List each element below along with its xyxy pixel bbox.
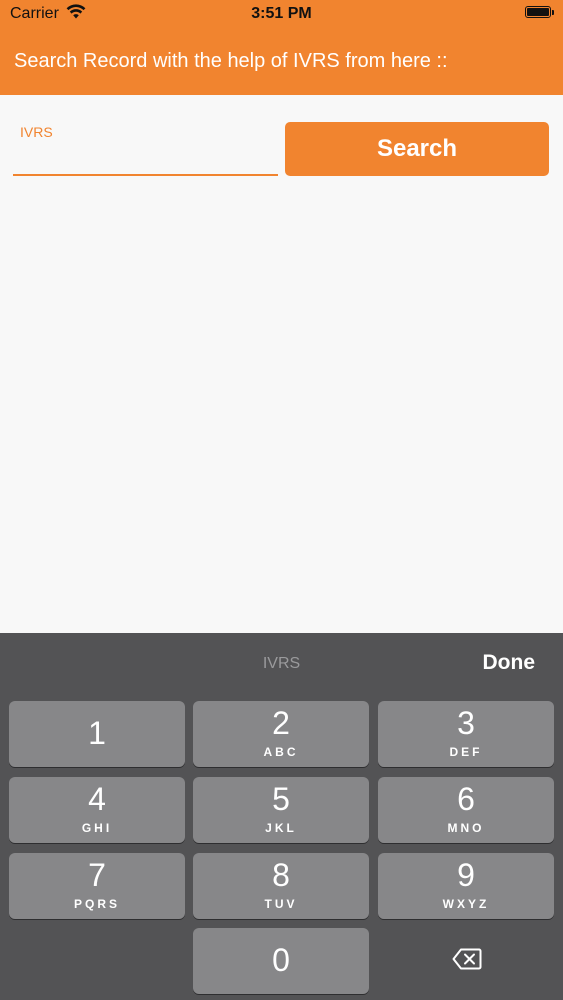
key-digit: 9 bbox=[457, 857, 475, 893]
key-letters: WXYZ bbox=[442, 897, 490, 911]
keyboard-toolbar: IVRS Done bbox=[0, 633, 563, 695]
key-digit: 6 bbox=[457, 781, 475, 817]
delete-key[interactable] bbox=[378, 928, 554, 994]
key-digit: 7 bbox=[88, 857, 106, 893]
key-digit: 1 bbox=[88, 715, 106, 751]
done-button[interactable]: Done bbox=[483, 651, 536, 675]
key-letters: DEF bbox=[449, 745, 483, 759]
key-3[interactable]: 3 DEF bbox=[378, 701, 554, 767]
search-button[interactable]: Search bbox=[285, 122, 549, 176]
key-letters: GHI bbox=[81, 821, 113, 835]
key-letters: TUV bbox=[264, 897, 298, 911]
key-digit: 5 bbox=[272, 781, 290, 817]
battery-icon bbox=[525, 6, 554, 18]
key-6[interactable]: 6 MNO bbox=[378, 777, 554, 843]
key-7[interactable]: 7 PQRS bbox=[9, 853, 185, 919]
key-digit: 3 bbox=[457, 705, 475, 741]
key-letters: PQRS bbox=[73, 897, 120, 911]
key-letters: ABC bbox=[263, 745, 299, 759]
key-digit: 2 bbox=[272, 705, 290, 741]
key-digit: 0 bbox=[272, 942, 290, 978]
status-time: 3:51 PM bbox=[251, 5, 312, 22]
key-9[interactable]: 9 WXYZ bbox=[378, 853, 554, 919]
key-8[interactable]: 8 TUV bbox=[193, 853, 369, 919]
key-2[interactable]: 2 ABC bbox=[193, 701, 369, 767]
key-0[interactable]: 0 bbox=[193, 928, 369, 994]
ivrs-input[interactable] bbox=[13, 142, 278, 176]
key-1[interactable]: 1 bbox=[9, 701, 185, 767]
status-bar: Carrier 3:51 PM bbox=[0, 0, 563, 28]
key-digit: 4 bbox=[88, 781, 106, 817]
ivrs-label: IVRS bbox=[20, 124, 53, 140]
key-letters: MNO bbox=[447, 821, 485, 835]
delete-icon bbox=[452, 948, 482, 970]
key-5[interactable]: 5 JKL bbox=[193, 777, 369, 843]
page-header: Search Record with the help of IVRS from… bbox=[0, 28, 563, 95]
keyboard-field-name: IVRS bbox=[262, 655, 301, 672]
key-4[interactable]: 4 GHI bbox=[9, 777, 185, 843]
key-digit: 8 bbox=[272, 857, 290, 893]
page-title: Search Record with the help of IVRS from… bbox=[14, 50, 448, 72]
key-letters: JKL bbox=[265, 821, 297, 835]
